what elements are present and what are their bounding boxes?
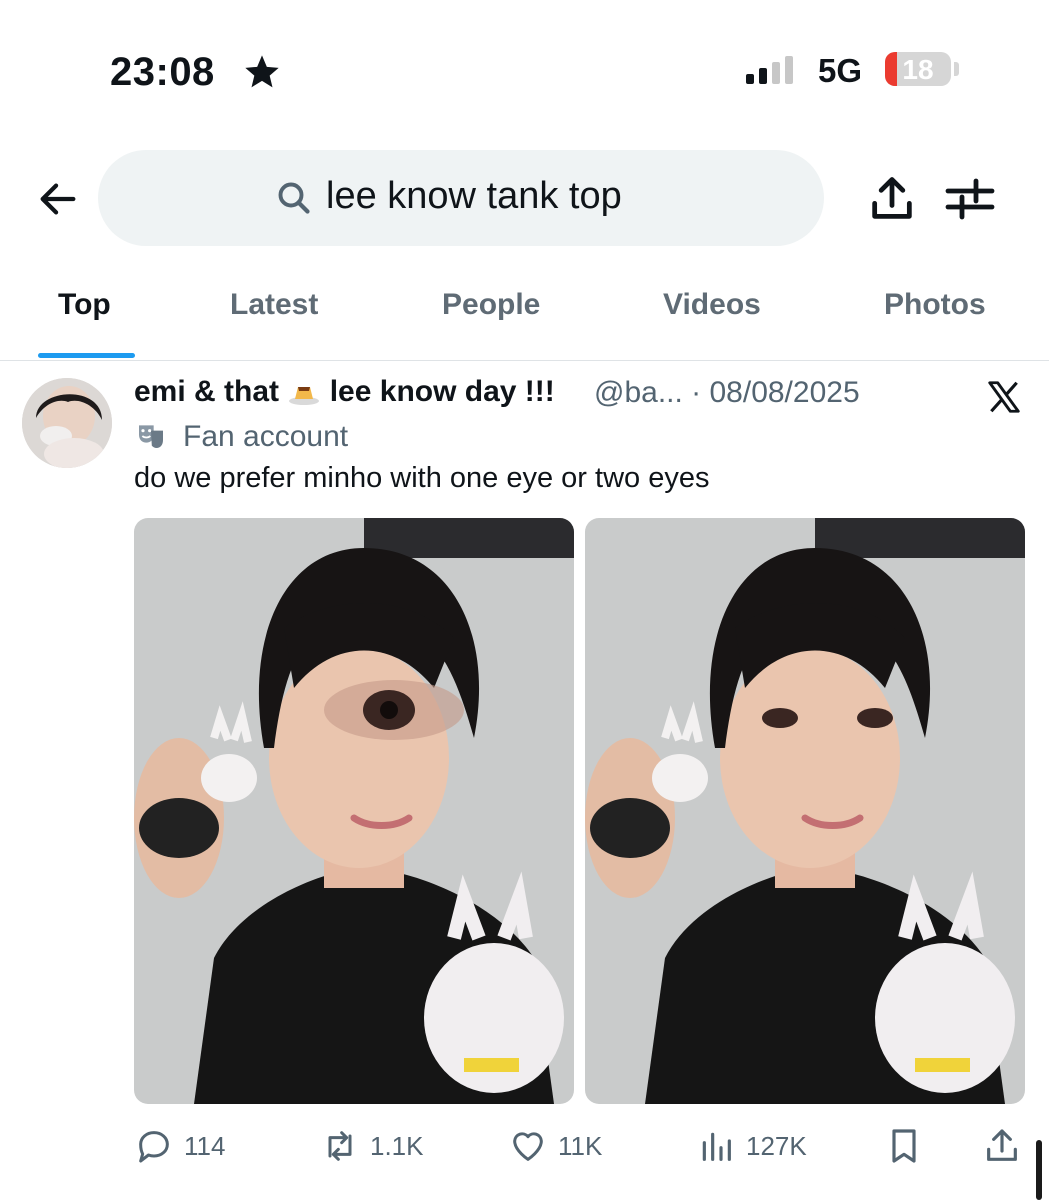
views-button[interactable]: 127K [696,1124,807,1168]
author-handle-date[interactable]: @ba... · 08/08/2025 [594,376,860,410]
reply-button[interactable]: 114 [134,1124,225,1168]
bookmark-button[interactable] [884,1124,924,1168]
views-chart-icon [702,1132,731,1161]
search-input[interactable]: lee know tank top [98,150,824,246]
repost-button[interactable]: 1.1K [320,1124,424,1168]
x-logo-icon [988,381,1020,413]
battery-level: 18 [902,54,934,85]
tab-latest[interactable]: Latest [230,288,318,322]
repost-icon [328,1131,352,1161]
author-name[interactable]: emi & that lee know day !!! [134,375,555,409]
tweet-text: do we prefer minho with one eye or two e… [134,462,710,494]
battery-icon: 18 [885,52,951,86]
active-tab-indicator [38,353,135,358]
search-tabs: Top Latest People Videos Photos [0,270,1049,361]
search-query[interactable]: lee know tank top [326,175,622,218]
affiliation-label: Fan account [183,420,349,453]
scrollbar[interactable] [1036,1140,1042,1200]
status-bar: 23:08 5G 18 [0,0,1049,120]
like-count: 11K [558,1130,603,1161]
reply-count: 114 [184,1130,226,1161]
tweet-photo-2[interactable] [585,518,1025,1104]
repost-count: 1.1K [370,1130,424,1161]
like-button[interactable]: 11K [508,1124,602,1168]
heart-icon [513,1132,543,1161]
avatar[interactable] [22,378,112,468]
battery-tip [954,62,959,76]
tab-photos[interactable]: Photos [884,288,986,322]
tab-people[interactable]: People [442,288,540,322]
cellular-signal-icon [746,54,793,84]
pudding-emoji-icon [289,387,320,406]
reply-icon [139,1131,169,1163]
tab-videos[interactable]: Videos [663,288,761,322]
theater-masks-icon [139,425,163,448]
tweet-photo-1[interactable] [134,518,574,1104]
share-icon [987,1129,1017,1161]
filter-sliders-icon[interactable] [944,175,996,223]
tweet-actions: 114 1.1K 11K 127K [0,1118,1049,1178]
search-icon [278,182,310,214]
share-tweet-button[interactable] [982,1124,1022,1168]
tab-top[interactable]: Top [58,288,111,322]
bookmark-icon [892,1129,916,1163]
network-type: 5G [818,52,863,89]
star-icon [245,55,279,88]
view-count: 127K [746,1130,807,1161]
share-icon[interactable] [866,173,918,225]
status-time: 23:08 [110,50,215,94]
back-arrow-icon[interactable] [35,176,81,222]
